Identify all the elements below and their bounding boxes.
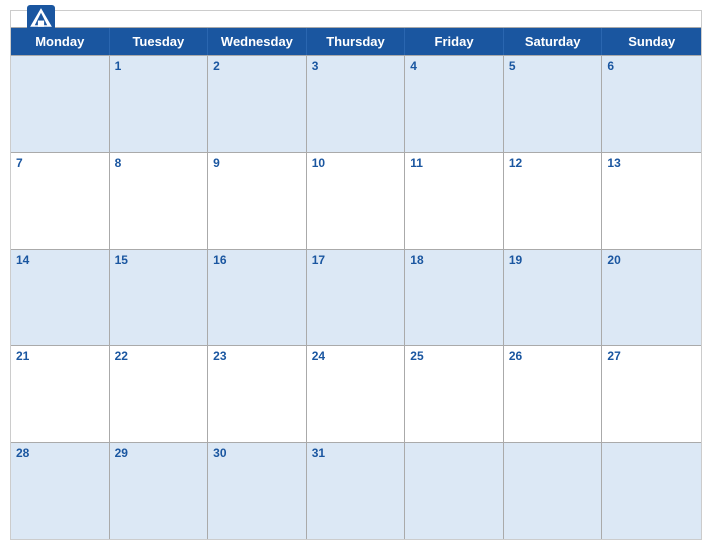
day-cell: 2 [208,56,307,152]
day-cell: 19 [504,250,603,346]
day-header-thursday: Thursday [307,28,406,55]
day-number: 9 [213,156,301,170]
day-cell: 17 [307,250,406,346]
day-number: 29 [115,446,203,460]
day-cell: 9 [208,153,307,249]
day-cell [11,56,110,152]
day-number: 31 [312,446,400,460]
day-cell: 22 [110,346,209,442]
day-number: 6 [607,59,696,73]
day-number: 21 [16,349,104,363]
weeks-container: 1234567891011121314151617181920212223242… [11,55,701,539]
day-header-wednesday: Wednesday [208,28,307,55]
day-number: 14 [16,253,104,267]
day-number: 11 [410,156,498,170]
day-cell: 3 [307,56,406,152]
day-number: 18 [410,253,498,267]
week-row-5: 28 29 30 31 [11,442,701,539]
day-number: 3 [312,59,400,73]
day-cell [602,443,701,539]
days-header: MondayTuesdayWednesdayThursdayFridaySatu… [11,28,701,55]
day-number: 20 [607,253,696,267]
day-cell: 31 [307,443,406,539]
calendar: MondayTuesdayWednesdayThursdayFridaySatu… [10,10,702,540]
day-number: 24 [312,349,400,363]
day-number: 5 [509,59,597,73]
day-number: 12 [509,156,597,170]
day-cell: 23 [208,346,307,442]
day-cell: 29 [110,443,209,539]
day-cell: 4 [405,56,504,152]
day-number: 10 [312,156,400,170]
day-header-monday: Monday [11,28,110,55]
day-header-tuesday: Tuesday [110,28,209,55]
day-cell: 25 [405,346,504,442]
day-number: 30 [213,446,301,460]
logo [27,5,59,33]
day-cell: 15 [110,250,209,346]
day-cell: 26 [504,346,603,442]
day-cell: 28 [11,443,110,539]
day-cell: 1 [110,56,209,152]
day-cell: 6 [602,56,701,152]
day-cell: 16 [208,250,307,346]
day-cell: 14 [11,250,110,346]
day-number: 28 [16,446,104,460]
week-row-3: 14 15 16 17 18 19 20 [11,249,701,346]
logo-icon [27,5,55,33]
calendar-grid: MondayTuesdayWednesdayThursdayFridaySatu… [11,27,701,539]
day-cell: 5 [504,56,603,152]
day-number: 25 [410,349,498,363]
day-number: 8 [115,156,203,170]
day-number: 27 [607,349,696,363]
week-row-2: 789 10 11 12 13 [11,152,701,249]
day-number: 22 [115,349,203,363]
day-cell: 7 [11,153,110,249]
day-header-saturday: Saturday [504,28,603,55]
day-number: 15 [115,253,203,267]
day-number: 19 [509,253,597,267]
week-row-4: 21 22 23 24 25 26 27 [11,345,701,442]
week-row-1: 123456 [11,55,701,152]
day-number: 1 [115,59,203,73]
day-cell: 20 [602,250,701,346]
day-cell [405,443,504,539]
day-cell: 18 [405,250,504,346]
day-number: 17 [312,253,400,267]
day-number: 2 [213,59,301,73]
day-cell: 21 [11,346,110,442]
calendar-header [11,11,701,27]
day-header-sunday: Sunday [602,28,701,55]
day-number: 23 [213,349,301,363]
day-cell: 10 [307,153,406,249]
day-number: 4 [410,59,498,73]
day-number: 16 [213,253,301,267]
day-cell: 8 [110,153,209,249]
day-cell: 27 [602,346,701,442]
day-number: 7 [16,156,104,170]
day-cell: 30 [208,443,307,539]
day-number: 13 [607,156,696,170]
day-header-friday: Friday [405,28,504,55]
day-cell: 11 [405,153,504,249]
day-number: 26 [509,349,597,363]
day-cell [504,443,603,539]
day-cell: 24 [307,346,406,442]
day-cell: 12 [504,153,603,249]
day-cell: 13 [602,153,701,249]
